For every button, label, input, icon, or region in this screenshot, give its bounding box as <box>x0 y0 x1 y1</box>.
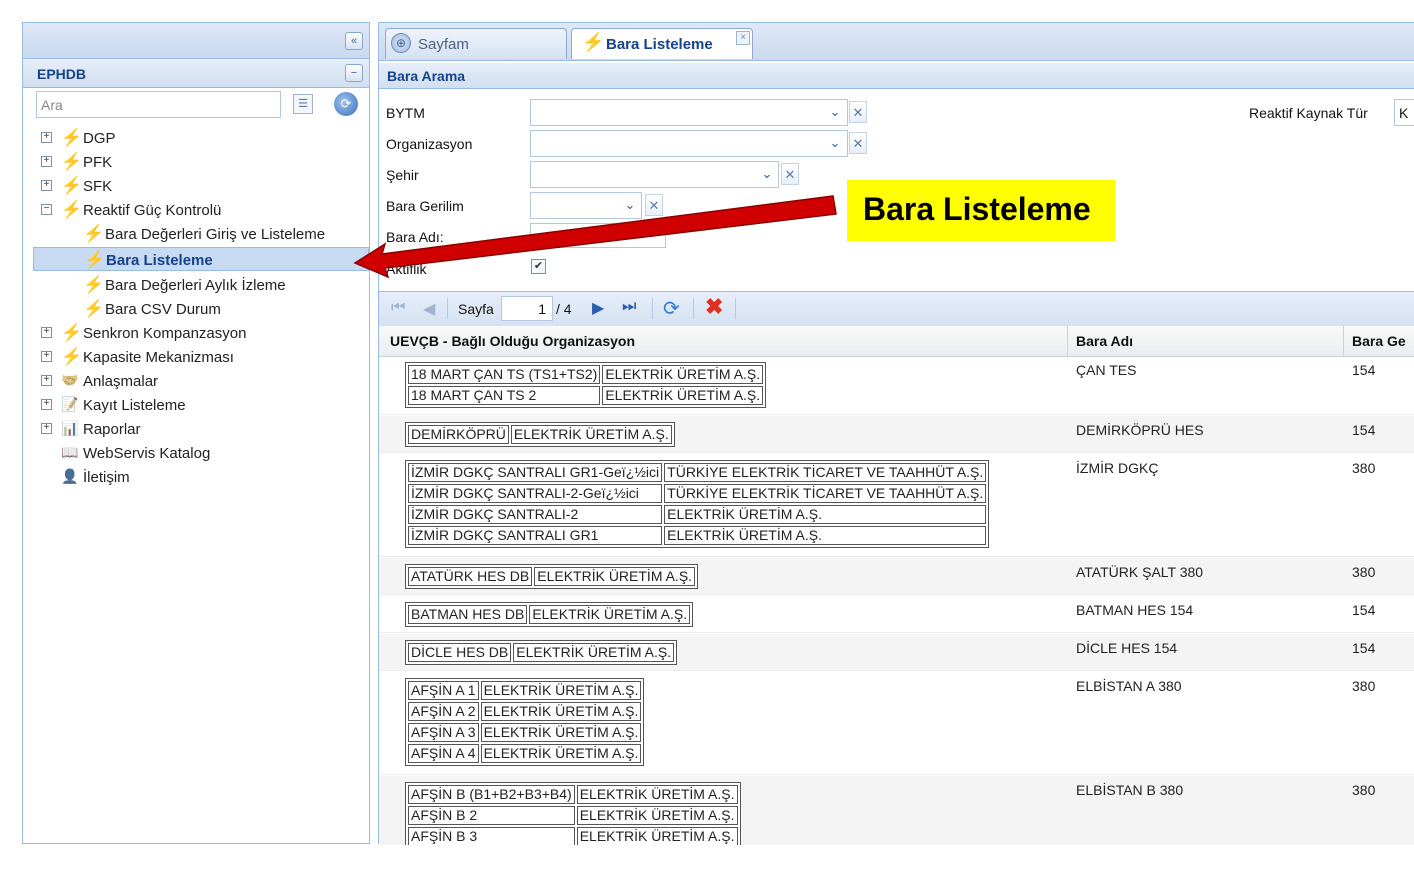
annotation-callout: Bara Listeleme <box>847 180 1115 241</box>
annotation-label: Bara Listeleme <box>863 191 1091 227</box>
annotation-arrow-shape <box>353 195 837 279</box>
annotation-arrow <box>353 195 837 279</box>
